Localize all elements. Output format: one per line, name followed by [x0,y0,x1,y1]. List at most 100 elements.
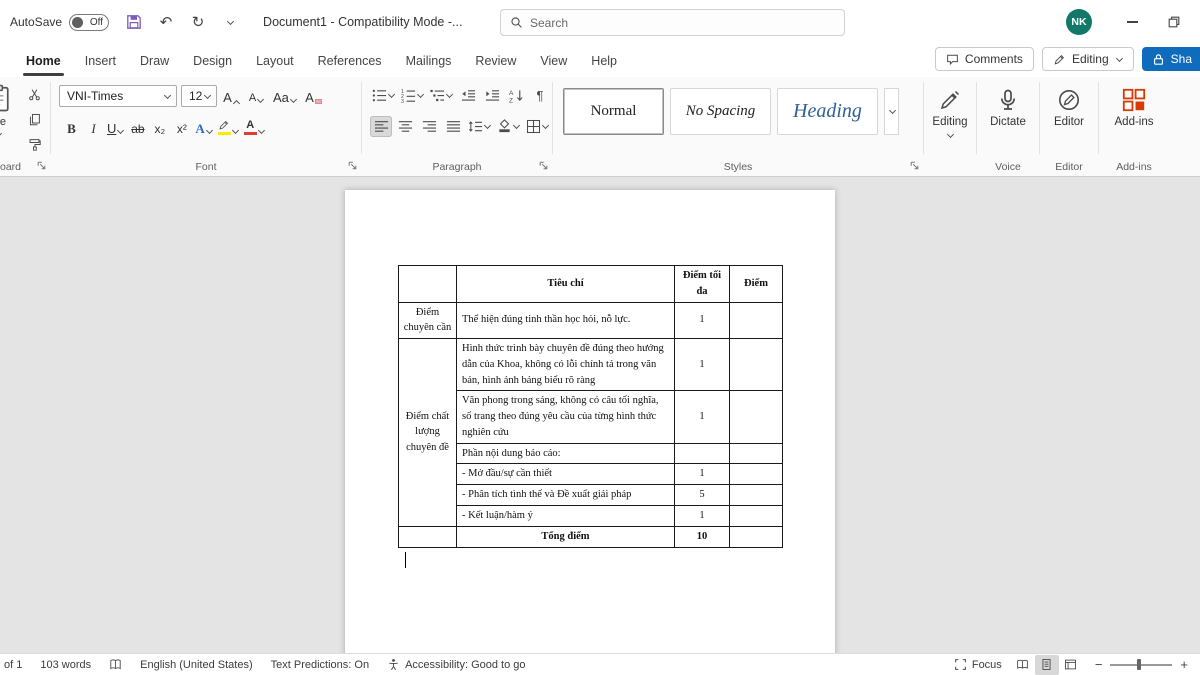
shading-button[interactable] [495,116,522,137]
tab-references[interactable]: References [306,47,394,77]
paragraph-dialog-launcher[interactable] [539,161,549,171]
font-family-select[interactable]: VNI-Times [59,85,177,107]
share-button[interactable]: Sha [1142,47,1200,71]
table-cell[interactable] [730,485,783,506]
align-center-button[interactable] [394,116,416,137]
style-card-normal[interactable]: Normal [563,88,664,135]
multilevel-list-button[interactable] [428,85,455,106]
zoom-slider-thumb[interactable] [1137,659,1141,670]
sort-button[interactable] [505,85,527,106]
table-cell[interactable] [675,443,730,464]
word-count[interactable]: 103 words [31,659,100,671]
proofing-button[interactable] [100,658,131,671]
table-cell[interactable]: 1 [675,339,730,391]
editing-mode-button[interactable]: Editing [1042,47,1134,71]
comments-button[interactable]: Comments [935,47,1034,71]
clear-formatting-button[interactable]: A [303,85,324,107]
avatar[interactable]: NK [1066,9,1092,35]
table-cell[interactable]: Văn phong trong sáng, không có câu tối n… [457,391,675,443]
superscript-button[interactable]: x² [171,116,192,138]
shrink-font-button[interactable]: A [246,85,267,107]
change-case-button[interactable]: Aa [271,85,299,107]
table-cell[interactable]: Tiêu chí [457,266,675,303]
table-cell[interactable]: Hình thức trình bày chuyên đề đúng theo … [457,339,675,391]
accessibility-checker[interactable]: Accessibility: Good to go [378,658,534,671]
minimize-button[interactable] [1116,6,1148,38]
grow-font-button[interactable]: A [221,85,242,107]
tab-mailings[interactable]: Mailings [394,47,464,77]
font-dialog-launcher[interactable] [348,161,358,171]
table-cell[interactable] [730,526,783,547]
underline-button[interactable]: U [105,116,126,138]
tab-view[interactable]: View [528,47,579,77]
table-cell[interactable]: 5 [675,485,730,506]
bullets-button[interactable] [370,85,397,106]
table-cell[interactable]: Điểm chất lượng chuyên đề [399,339,457,527]
table-cell[interactable]: 1 [675,464,730,485]
table-cell[interactable]: 1 [675,391,730,443]
paste-button[interactable]: te [0,83,20,138]
tab-review[interactable]: Review [463,47,528,77]
format-painter-button[interactable] [24,135,44,153]
strikethrough-button[interactable]: ab [127,116,148,138]
table-cell[interactable] [399,526,457,547]
text-predictions-indicator[interactable]: Text Predictions: On [262,659,378,671]
tab-insert[interactable]: Insert [73,47,128,77]
table-cell[interactable]: Thể hiện đúng tinh thần học hỏi, nỗ lực. [457,302,675,339]
line-spacing-button[interactable] [466,116,493,137]
table-cell[interactable]: Tổng điểm [457,526,675,547]
table-cell[interactable]: 1 [675,505,730,526]
table-cell[interactable]: 10 [675,526,730,547]
redo-button[interactable]: ↻ [185,9,211,35]
subscript-button[interactable]: x₂ [149,116,170,138]
styles-dialog-launcher[interactable] [910,161,920,171]
zoom-slider[interactable] [1110,664,1172,666]
restore-window-button[interactable] [1158,6,1190,38]
align-left-button[interactable] [370,116,392,137]
table-cell[interactable]: - Kết luận/hàm ý [457,505,675,526]
highlight-button[interactable] [216,116,241,138]
save-button[interactable] [121,9,147,35]
undo-button[interactable]: ↶ [153,9,179,35]
font-size-select[interactable]: 12 [181,85,217,107]
styles-gallery-more-button[interactable] [884,88,899,135]
numbering-button[interactable] [399,85,426,106]
increase-indent-button[interactable] [481,85,503,106]
table-cell[interactable]: - Phân tích tình thế và Đề xuất giải phá… [457,485,675,506]
tab-layout[interactable]: Layout [244,47,306,77]
tab-draw[interactable]: Draw [128,47,181,77]
table-cell[interactable] [730,443,783,464]
table-cell[interactable] [730,339,783,391]
table-cell[interactable] [730,464,783,485]
show-hide-marks-button[interactable]: ¶ [529,85,551,106]
table-cell[interactable]: Phần nội dung báo cáo: [457,443,675,464]
table-cell[interactable] [730,302,783,339]
table-cell[interactable]: - Mở đầu/sự cần thiết [457,464,675,485]
cut-button[interactable] [24,85,44,103]
align-right-button[interactable] [418,116,440,137]
editing-button[interactable]: Editing [932,88,967,176]
tab-design[interactable]: Design [181,47,244,77]
focus-button[interactable]: Focus [954,658,1011,671]
table-cell[interactable] [399,266,457,303]
table-cell[interactable] [730,391,783,443]
web-layout-button[interactable] [1059,655,1083,675]
bold-button[interactable]: B [61,116,82,138]
borders-button[interactable] [524,116,551,137]
table-cell[interactable] [730,505,783,526]
zoom-in-button[interactable]: + [1180,657,1188,672]
style-card-heading[interactable]: Heading [777,88,878,135]
search-box[interactable] [500,9,845,36]
table-cell[interactable]: Điểm chuyên cần [399,302,457,339]
zoom-out-button[interactable]: − [1095,657,1103,672]
italic-button[interactable]: I [83,116,104,138]
table-cell[interactable]: Điểm [730,266,783,303]
font-color-button[interactable]: A [242,116,267,138]
table-cell[interactable]: 1 [675,302,730,339]
print-layout-button[interactable] [1035,655,1059,675]
clipboard-dialog-launcher[interactable] [37,161,47,171]
language-indicator[interactable]: English (United States) [131,659,262,671]
customize-qat-button[interactable] [217,9,243,35]
read-mode-button[interactable] [1011,655,1035,675]
document-page[interactable]: Tiêu chí Điểm tối đa Điểm Điểm chuyên cầ… [345,190,835,653]
